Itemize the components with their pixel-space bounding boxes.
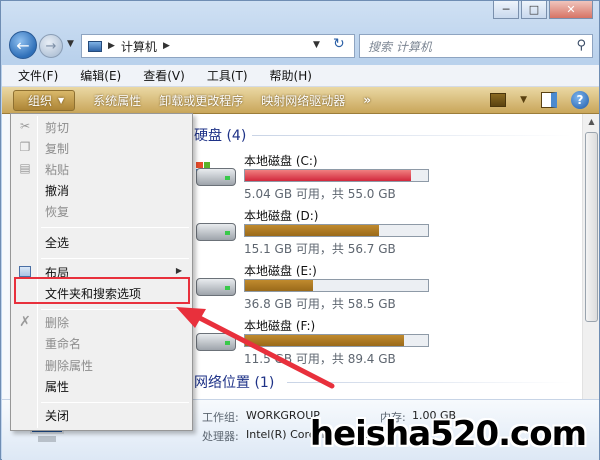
arrow-shaft: [189, 311, 335, 389]
watermark: heisha520.com: [309, 414, 587, 454]
annotation-arrow: [176, 307, 335, 389]
